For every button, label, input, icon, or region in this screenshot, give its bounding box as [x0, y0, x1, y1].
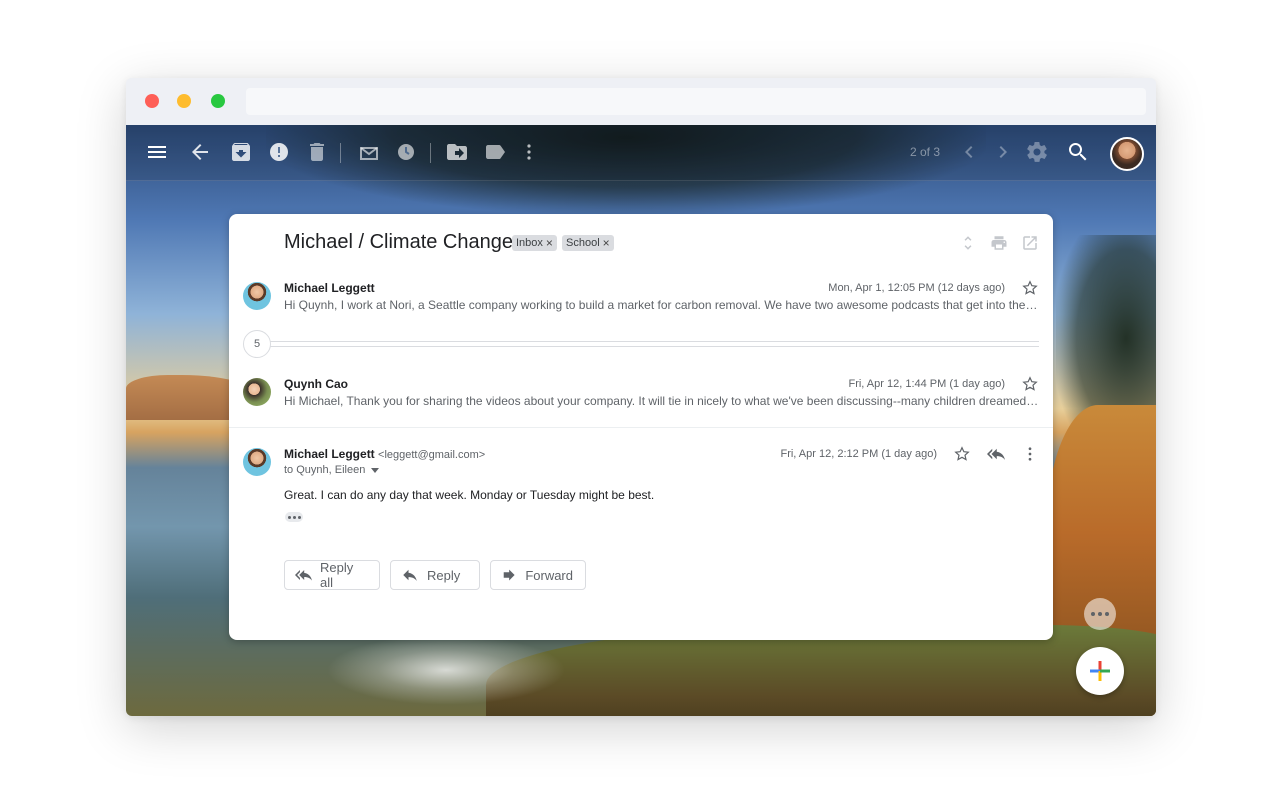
sender-name: Michael Leggett	[284, 281, 375, 295]
recipients-line[interactable]: to Quynh, Eileen	[284, 464, 380, 476]
hangouts-chat-button[interactable]	[1084, 598, 1116, 630]
delete-icon[interactable]	[305, 140, 329, 164]
account-avatar[interactable]	[1110, 137, 1144, 171]
archive-icon[interactable]	[229, 140, 253, 164]
snooze-icon[interactable]	[394, 140, 418, 164]
forward-button[interactable]: Forward	[490, 560, 586, 590]
thread-subject: Michael / Climate Change	[284, 231, 513, 253]
collapsed-messages-count[interactable]: 5	[243, 330, 271, 358]
reply-all-icon	[295, 570, 312, 581]
reply-button[interactable]: Reply	[390, 560, 480, 590]
message-date: Fri, Apr 12, 2:12 PM (1 day ago)	[780, 448, 937, 460]
collapsed-messages-bar[interactable]	[269, 341, 1039, 347]
close-window-button[interactable]	[145, 94, 159, 108]
label-icon[interactable]	[483, 140, 507, 164]
show-trimmed-content-button[interactable]	[285, 512, 303, 522]
chevron-right-icon[interactable]	[991, 140, 1015, 164]
reply-all-label: Reply all	[319, 560, 354, 590]
sender-avatar	[243, 448, 271, 476]
mark-unread-icon[interactable]	[357, 140, 381, 164]
star-icon[interactable]	[953, 445, 971, 463]
remove-label-icon[interactable]: ×	[546, 235, 553, 251]
back-arrow-icon[interactable]	[188, 140, 212, 164]
expand-all-icon[interactable]	[959, 234, 977, 252]
reply-all-icon[interactable]	[987, 445, 1005, 463]
toolbar-divider	[430, 143, 431, 163]
address-bar[interactable]	[246, 88, 1146, 115]
reply-icon	[403, 569, 417, 581]
conversation-card: Michael / Climate Change Inbox × School × …	[229, 214, 1053, 640]
sender-line: Michael Leggett <leggett@gmail.com>	[284, 447, 485, 461]
menu-icon[interactable]	[145, 140, 169, 164]
reply-all-button[interactable]: Reply all	[284, 560, 380, 590]
print-icon[interactable]	[990, 234, 1008, 252]
sender-avatar	[243, 378, 271, 406]
message-body: Great. I can do any day that week. Monda…	[284, 488, 655, 502]
sender-avatar	[243, 282, 271, 310]
message-snippet[interactable]: Hi Michael, Thank you for sharing the vi…	[284, 394, 1039, 408]
browser-titlebar	[126, 78, 1156, 125]
more-vert-icon[interactable]	[1021, 445, 1039, 463]
maximize-window-button[interactable]	[211, 94, 225, 108]
star-icon[interactable]	[1021, 375, 1039, 393]
remove-label-icon[interactable]: ×	[603, 235, 610, 251]
sender-email: <leggett@gmail.com>	[378, 449, 486, 461]
toolbar-divider	[340, 143, 341, 163]
move-to-icon[interactable]	[445, 140, 469, 164]
chevron-left-icon[interactable]	[957, 140, 981, 164]
star-icon[interactable]	[1021, 279, 1039, 297]
forward-icon	[503, 569, 515, 581]
label-chip-inbox[interactable]: Inbox ×	[512, 235, 557, 251]
message-snippet[interactable]: Hi Quynh, I work at Nori, a Seattle comp…	[284, 298, 1039, 312]
chevron-down-icon[interactable]	[371, 467, 380, 473]
background-surf	[326, 635, 566, 705]
label-chip-school[interactable]: School ×	[562, 235, 614, 251]
search-icon[interactable]	[1066, 140, 1090, 164]
sender-name: Michael Leggett	[284, 447, 375, 461]
mail-toolbar: 2 of 3	[126, 125, 1156, 181]
pagination-text: 2 of 3	[910, 145, 941, 159]
reply-label: Reply	[427, 567, 461, 583]
label-chip-text: School	[566, 237, 600, 249]
report-spam-icon[interactable]	[267, 140, 291, 164]
forward-label: Forward	[525, 567, 573, 583]
compose-button[interactable]	[1076, 647, 1124, 695]
open-in-new-window-icon[interactable]	[1021, 234, 1039, 252]
message-date: Fri, Apr 12, 1:44 PM (1 day ago)	[848, 378, 1005, 390]
more-vert-icon[interactable]	[517, 140, 541, 164]
plus-icon	[1090, 661, 1110, 681]
label-chip-text: Inbox	[516, 237, 543, 249]
settings-icon[interactable]	[1025, 140, 1049, 164]
app-viewport: 2 of 3 Michael / Climate Change Inbox × S…	[126, 125, 1156, 716]
minimize-window-button[interactable]	[177, 94, 191, 108]
message-date: Mon, Apr 1, 12:05 PM (12 days ago)	[828, 282, 1005, 294]
browser-window: 2 of 3 Michael / Climate Change Inbox × S…	[126, 78, 1156, 716]
sender-name: Quynh Cao	[284, 377, 349, 391]
recipients-text: to Quynh, Eileen	[284, 464, 366, 476]
message-divider	[229, 427, 1053, 428]
